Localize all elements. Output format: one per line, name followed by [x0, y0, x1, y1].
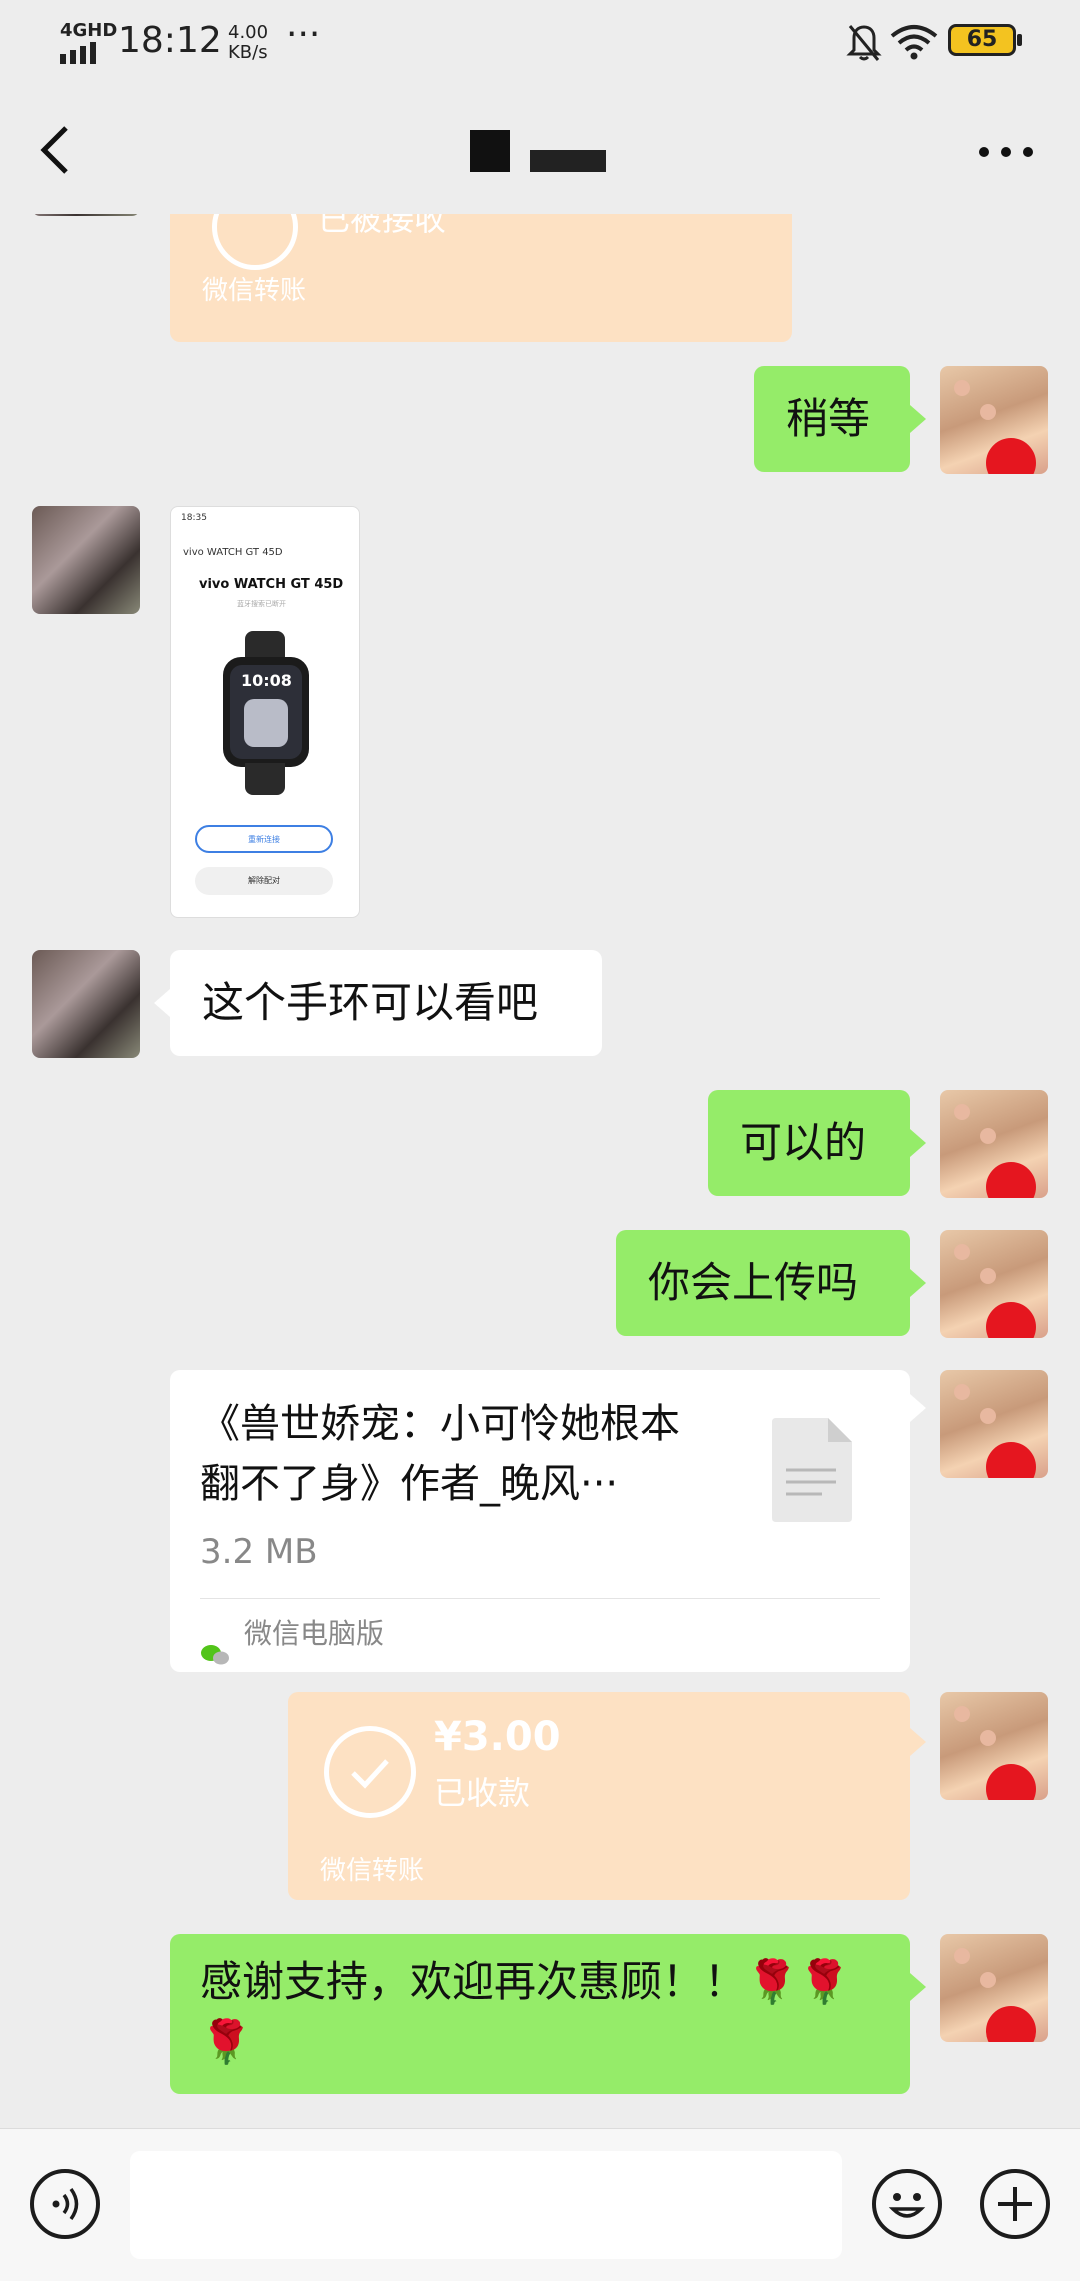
divider [200, 1598, 880, 1599]
unpair-button: 解除配对 [195, 867, 333, 895]
avatar[interactable] [32, 950, 140, 1058]
voice-button[interactable] [30, 2169, 100, 2239]
file-source: 微信电脑版 [244, 1617, 385, 1650]
message-list[interactable]: 已被接收 微信转账 稍等 18:35 vivo WATCH GT 45D viv… [0, 214, 1080, 2128]
transfer-status: 已收款 [434, 1774, 531, 1812]
plus-button[interactable] [980, 2169, 1050, 2239]
transfer-footer: 微信转账 [320, 1856, 425, 1886]
document-icon [772, 1418, 852, 1538]
wechat-logo-icon [200, 1622, 230, 1665]
avatar[interactable] [940, 1692, 1048, 1800]
check-circle-icon [324, 1726, 416, 1818]
status-time: 18:12 [118, 20, 222, 61]
message-bubble[interactable]: 可以的 [708, 1090, 910, 1196]
check-circle-icon [212, 214, 298, 270]
battery-icon: 65 [948, 24, 1016, 56]
image-device-name: vivo WATCH GT 45D [199, 577, 344, 592]
file-size: 3.2 MB [200, 1532, 318, 1572]
mute-icon [846, 22, 882, 66]
input-bar [0, 2128, 1080, 2281]
bubble-tail [910, 1129, 926, 1157]
chevron-left-icon [40, 126, 68, 174]
battery-level: 65 [966, 27, 998, 52]
avatar[interactable] [940, 1370, 1048, 1478]
net-speed-unit: KB/s [228, 42, 268, 63]
image-status-time: 18:35 [181, 513, 207, 523]
bubble-tail [910, 1973, 926, 2001]
voice-icon [52, 2187, 79, 2221]
avatar[interactable] [940, 366, 1048, 474]
transfer-amount: ¥3.00 [434, 1714, 561, 1760]
network-indicator: 4GHD [60, 20, 118, 41]
image-subtitle: 蓝牙搜索已断开 [237, 600, 286, 608]
signal-icon [60, 42, 104, 68]
message-text: 感谢支持，欢迎再次惠顾！！🌹🌹🌹 [200, 1957, 851, 2066]
transfer-card[interactable]: ¥3.00 已收款 微信转账 [288, 1692, 910, 1900]
transfer-status: 已被接收 [318, 214, 447, 238]
file-message[interactable]: 《兽世娇宠：小可怜她根本翻不了身》作者_晚风··· 3.2 MB 微信电脑版 [170, 1370, 910, 1672]
avatar[interactable] [940, 1934, 1048, 2042]
bubble-tail [910, 1269, 926, 1297]
transfer-card[interactable]: 已被接收 微信转账 [170, 214, 792, 342]
message-bubble[interactable]: 这个手环可以看吧 [170, 950, 602, 1056]
title-redaction [530, 150, 606, 172]
watch-strap [245, 763, 285, 795]
back-button[interactable] [36, 122, 76, 178]
transfer-footer: 微信转账 [202, 276, 307, 306]
battery-tip [1017, 34, 1022, 46]
file-name: 《兽世娇宠：小可怜她根本翻不了身》作者_晚风··· [200, 1401, 680, 1507]
status-bar: 4GHD 18:12 4.00 KB/s ··· 65 [0, 0, 1080, 84]
message-text: 可以的 [740, 1118, 867, 1167]
avatar[interactable] [32, 506, 140, 614]
emoji-button[interactable] [872, 2169, 942, 2239]
plus-icon [998, 2187, 1032, 2221]
emoji-icon [888, 2193, 926, 2218]
bubble-tail [910, 1394, 926, 1422]
bubble-tail [154, 989, 170, 1017]
avatar[interactable] [32, 214, 140, 216]
message-text: 你会上传吗 [648, 1258, 859, 1307]
watch-time: 10:08 [241, 671, 292, 690]
message-bubble[interactable]: 稍等 [754, 366, 910, 472]
watch-icon: 10:08 [223, 657, 309, 767]
chat-header [0, 84, 1080, 214]
avatar[interactable] [940, 1230, 1048, 1338]
reconnect-button: 重新连接 [195, 825, 333, 853]
message-bubble[interactable]: 感谢支持，欢迎再次惠顾！！🌹🌹🌹 [170, 1934, 910, 2094]
image-message[interactable]: 18:35 vivo WATCH GT 45D vivo WATCH GT 45… [170, 506, 360, 918]
message-text: 这个手环可以看吧 [202, 978, 539, 1027]
avatar[interactable] [940, 1090, 1048, 1198]
title-redaction [470, 130, 510, 172]
status-more-dots: ··· [286, 14, 321, 55]
bubble-tail [910, 1728, 926, 1756]
message-input[interactable] [130, 2151, 842, 2259]
more-button[interactable] [976, 140, 1036, 164]
net-speed-value: 4.00 [228, 22, 269, 43]
more-icon [979, 147, 1033, 157]
message-text: 稍等 [786, 394, 871, 443]
message-bubble[interactable]: 你会上传吗 [616, 1230, 910, 1336]
bubble-tail [910, 405, 926, 433]
image-nav-label: vivo WATCH GT 45D [183, 547, 283, 558]
wifi-icon [890, 24, 938, 64]
